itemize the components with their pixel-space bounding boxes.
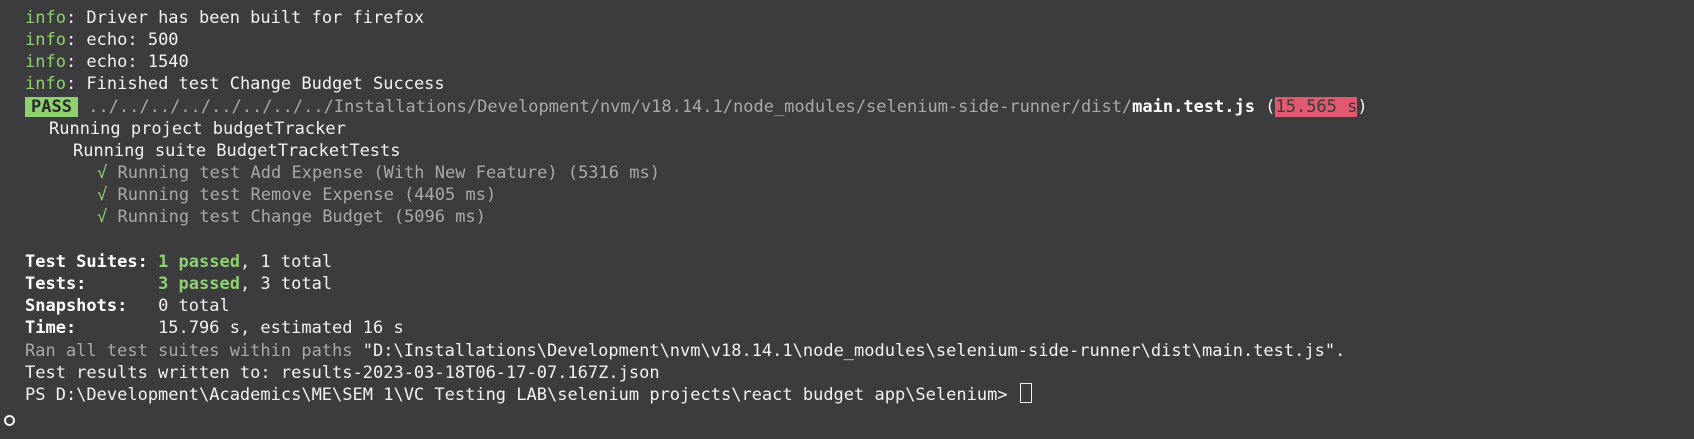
paren-open: (	[1255, 97, 1276, 117]
summary-passed: 3 passed	[158, 274, 240, 294]
summary-passed: 1 passed	[158, 252, 240, 272]
log-line: info: Finished test Change Budget Succes…	[25, 72, 445, 96]
suite-line: Running suite BudgetTracketTests	[73, 141, 401, 161]
log-text: : Driver has been built for firefox	[65, 8, 425, 28]
summary-total: , 3 total	[239, 274, 333, 294]
log-level: info	[25, 8, 66, 28]
log-line: info: echo: 1540	[25, 50, 189, 74]
check-icon: √	[97, 185, 108, 205]
summary-time: Time: 15.796 s, estimated 16 s	[25, 316, 404, 340]
summary-label: Test Suites:	[25, 252, 159, 272]
check-icon: √	[97, 207, 108, 227]
ran-all-prefix: Ran all test suites within paths	[25, 341, 363, 361]
ran-all-path: "D:\Installations\Development\nvm\v18.14…	[362, 341, 1346, 361]
log-line: info: Driver has been built for firefox	[25, 6, 424, 30]
terminal-output[interactable]: info: Driver has been built for firefox …	[0, 0, 1694, 439]
test-result-text: Running test Remove Expense (4405 ms)	[117, 185, 497, 205]
check-icon: √	[97, 163, 108, 183]
log-text: : echo: 1540	[65, 52, 189, 72]
log-text: : Finished test Change Budget Success	[65, 74, 445, 94]
test-result-line: √ Running test Remove Expense (4405 ms)	[97, 183, 496, 207]
log-text: : echo: 500	[65, 30, 179, 50]
test-result-text: Running test Change Budget (5096 ms)	[117, 207, 486, 227]
test-result-line: √ Running test Change Budget (5096 ms)	[97, 205, 486, 229]
pass-line: PASS ../../../../../../../../Installatio…	[25, 95, 1368, 119]
summary-value: 15.796 s, estimated 16 s	[158, 318, 404, 338]
summary-label: Tests:	[25, 274, 159, 294]
pass-badge: PASS	[25, 97, 78, 117]
summary-tests: Tests: 3 passed, 3 total	[25, 272, 332, 296]
summary-total: , 1 total	[239, 252, 333, 272]
cursor-icon	[1019, 383, 1032, 403]
project-line: Running project budgetTracker	[49, 119, 346, 139]
log-level: info	[25, 52, 66, 72]
test-result-line: √ Running test Add Expense (With New Fea…	[97, 161, 660, 185]
prompt-line[interactable]: PS D:\Development\Academics\ME\SEM 1\VC …	[25, 383, 1032, 407]
summary-label: Time:	[25, 318, 159, 338]
summary-value: 0 total	[158, 296, 230, 316]
test-file-name: main.test.js	[1132, 97, 1255, 117]
prompt-circle-icon	[4, 415, 15, 426]
test-file-dir: ../../../../../../../../Installations/De…	[88, 97, 1133, 117]
results-line: Test results written to: results-2023-03…	[25, 363, 660, 383]
summary-suites: Test Suites: 1 passed, 1 total	[25, 250, 332, 274]
log-level: info	[25, 74, 66, 94]
log-level: info	[25, 30, 66, 50]
log-line: info: echo: 500	[25, 28, 179, 52]
ran-all-line: Ran all test suites within paths "D:\Ins…	[25, 339, 1345, 363]
test-result-text: Running test Add Expense (With New Featu…	[117, 163, 660, 183]
paren-close: )	[1357, 97, 1368, 117]
summary-snapshots: Snapshots: 0 total	[25, 294, 230, 318]
summary-label: Snapshots:	[25, 296, 159, 316]
test-duration-badge: 15.565 s	[1275, 97, 1358, 117]
prompt-text: PS D:\Development\Academics\ME\SEM 1\VC …	[25, 385, 1018, 405]
